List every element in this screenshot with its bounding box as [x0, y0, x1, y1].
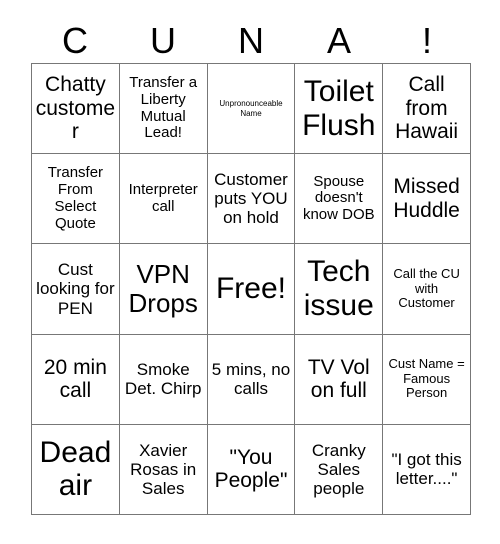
bingo-cell[interactable]: 5 mins, no calls [207, 334, 296, 425]
bingo-cell-label: Smoke Det. Chirp [124, 360, 202, 399]
bingo-cell-label: "I got this letter...." [391, 450, 462, 489]
bingo-cell-label: Dead air [39, 435, 112, 503]
header-letter-1: C [62, 19, 88, 61]
bingo-cell-label: Cust Name = Famous Person [388, 356, 465, 401]
bingo-cell-label: Cust looking for PEN [36, 260, 115, 318]
bingo-card: C U N A ! Chatty customer Transfer a Lib… [0, 0, 500, 544]
bingo-cell-label: Missed Huddle [393, 175, 460, 222]
bingo-cell-label: Chatty customer [35, 73, 116, 144]
bingo-cell[interactable]: Transfer a Liberty Mutual Lead! [119, 64, 208, 155]
bingo-cell[interactable]: Call from Hawaii [383, 64, 471, 155]
bingo-cell-label: Interpreter call [128, 180, 198, 215]
bingo-cell-label: Call from Hawaii [395, 73, 459, 144]
bingo-cell[interactable]: Smoke Det. Chirp [119, 334, 208, 425]
bingo-cell[interactable]: Cust looking for PEN [32, 244, 120, 335]
bingo-cell[interactable]: Xavier Rosas in Sales [119, 424, 208, 515]
header-letter-4: A [326, 19, 351, 61]
bingo-cell-label: Cranky Sales people [311, 440, 366, 498]
bingo-cell-label: VPN Drops [128, 258, 198, 318]
bingo-cell-label: Free! [215, 272, 286, 306]
header-letter-5: ! [421, 19, 432, 61]
bingo-cell[interactable]: TV Vol on full [295, 334, 384, 425]
bingo-cell-label: "You People" [214, 445, 288, 493]
bingo-cell-label: Customer puts YOU on hold [214, 170, 288, 228]
bingo-cell-label: Unpronounceable Name [219, 98, 283, 118]
bingo-cell[interactable]: Dead air [32, 424, 120, 515]
bingo-cell-label: 20 min call [43, 355, 107, 403]
bingo-cell[interactable]: VPN Drops [119, 244, 208, 335]
bingo-cell[interactable]: Spouse doesn't know DOB [295, 154, 384, 245]
header-letter-2: U [150, 19, 176, 61]
bingo-cell-label: Transfer a Liberty Mutual Lead! [129, 74, 198, 142]
bingo-cell-label: Tech issue [303, 255, 374, 322]
bingo-cell-label: Spouse doesn't know DOB [302, 172, 375, 224]
bingo-cell[interactable]: Cranky Sales people [295, 424, 384, 515]
bingo-cell[interactable]: Tech issue [295, 244, 384, 335]
bingo-cell[interactable]: Cust Name = Famous Person [383, 334, 471, 425]
bingo-cell[interactable]: Customer puts YOU on hold [207, 154, 296, 245]
bingo-cell-label: TV Vol on full [307, 355, 370, 403]
bingo-cell[interactable]: Toilet Flush [295, 64, 384, 155]
bingo-cell-label: Xavier Rosas in Sales [130, 440, 197, 498]
bingo-cell[interactable]: Chatty customer [32, 64, 120, 155]
bingo-cell[interactable]: Missed Huddle [383, 154, 471, 245]
bingo-cell-label: Toilet Flush [302, 75, 376, 142]
bingo-header-letters: C U N A ! [31, 18, 471, 63]
bingo-cell[interactable]: Unpronounceable Name [207, 64, 296, 155]
bingo-cell[interactable]: Transfer From Select Quote [32, 154, 120, 245]
bingo-cell[interactable]: 20 min call [32, 334, 120, 425]
bingo-cell-label: Call the CU with Customer [393, 266, 460, 311]
bingo-cell-label: Transfer From Select Quote [47, 164, 104, 232]
bingo-cell-free[interactable]: Free! [207, 244, 296, 335]
header-letter-3: N [238, 19, 264, 61]
bingo-cell[interactable]: Interpreter call [119, 154, 208, 245]
bingo-cell-label: 5 mins, no calls [211, 360, 291, 399]
bingo-cell[interactable]: "You People" [207, 424, 296, 515]
bingo-cell[interactable]: "I got this letter...." [383, 424, 471, 515]
bingo-grid: Chatty customer Transfer a Liberty Mutua… [31, 63, 471, 515]
bingo-cell[interactable]: Call the CU with Customer [383, 244, 471, 335]
